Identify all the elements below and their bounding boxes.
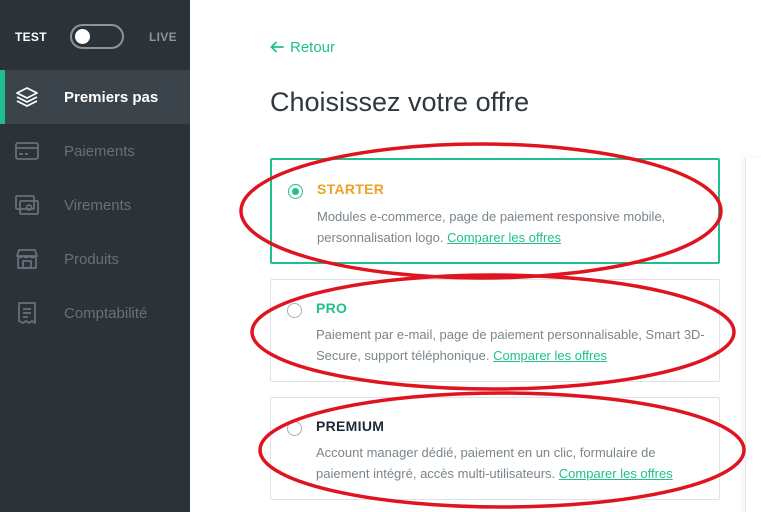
plan-radio-premium[interactable] — [287, 421, 302, 436]
mode-switcher: TEST LIVE — [0, 0, 190, 70]
sidebar-item-virements[interactable]: Virements — [0, 178, 190, 232]
plan-radio-pro[interactable] — [287, 303, 302, 318]
sidebar-item-paiements[interactable]: Paiements — [0, 124, 190, 178]
back-link[interactable]: Retour — [270, 38, 335, 56]
back-link-label: Retour — [290, 38, 336, 56]
compare-offers-link[interactable]: Comparer les offres — [447, 230, 561, 245]
compare-offers-link[interactable]: Comparer les offres — [559, 466, 673, 481]
plan-name: STARTER — [317, 181, 385, 197]
sidebar-item-label: Comptabilité — [64, 305, 148, 322]
plan-card-starter[interactable]: STARTER Modules e-commerce, page de paie… — [270, 158, 720, 264]
layers-icon — [16, 87, 38, 107]
plan-card-pro[interactable]: PRO Paiement par e-mail, page de paiemen… — [270, 279, 720, 382]
sidebar-item-produits[interactable]: Produits — [0, 232, 190, 286]
sidebar-item-label: Virements — [64, 197, 132, 214]
sidebar-item-label: Produits — [64, 251, 120, 268]
live-mode-toggle[interactable] — [70, 24, 124, 49]
store-icon — [16, 249, 38, 269]
compare-offers-link[interactable]: Comparer les offres — [493, 348, 607, 363]
plan-description: Account manager dédié, paiement en un cl… — [316, 442, 711, 484]
credit-card-icon — [15, 142, 39, 160]
sidebar: TEST LIVE Premiers pas Paiements Viremen… — [0, 0, 190, 512]
sidebar-item-premiers-pas[interactable]: Premiers pas — [0, 70, 190, 124]
side-panel-edge — [745, 158, 761, 512]
plan-card-premium[interactable]: PREMIUM Account manager dédié, paiement … — [270, 397, 720, 500]
sidebar-item-label: Paiements — [64, 143, 135, 160]
live-mode-label: LIVE — [149, 30, 177, 44]
plan-radio-starter[interactable] — [288, 184, 303, 199]
page-title: Choisissez votre offre — [270, 87, 530, 117]
sidebar-item-label: Premiers pas — [64, 89, 159, 106]
plan-name: PRO — [316, 300, 348, 316]
toggle-knob — [75, 29, 90, 44]
test-mode-label: TEST — [15, 30, 47, 44]
main-content: Retour Choisissez votre offre STARTER Mo… — [190, 0, 761, 512]
arrow-left-icon — [270, 41, 284, 53]
plan-description: Paiement par e-mail, page de paiement pe… — [316, 324, 711, 366]
sidebar-item-comptabilite[interactable]: Comptabilité — [0, 286, 190, 340]
receipt-icon — [18, 302, 36, 324]
plan-name: PREMIUM — [316, 418, 385, 434]
plan-description: Modules e-commerce, page de paiement res… — [317, 206, 712, 248]
money-transfer-icon — [15, 195, 39, 215]
